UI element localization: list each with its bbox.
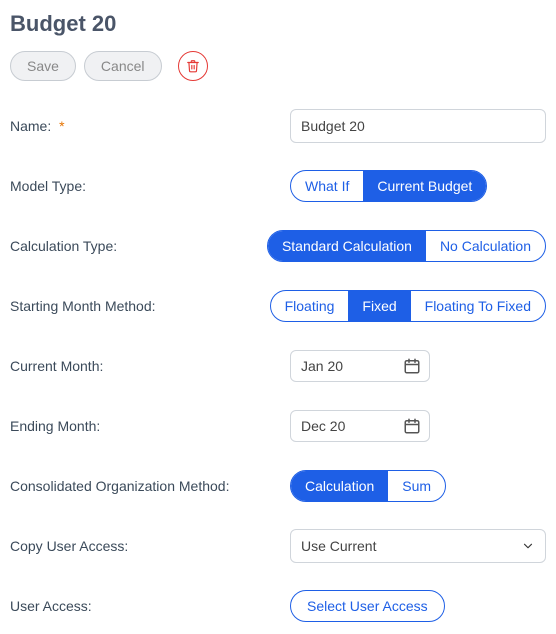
- current-month-value: Jan 20: [301, 358, 343, 374]
- seg-consolidated-sum[interactable]: Sum: [388, 471, 445, 501]
- row-start-month-method: Starting Month Method: Floating Fixed Fl…: [10, 289, 546, 323]
- current-month-picker[interactable]: Jan 20: [290, 350, 430, 382]
- row-consolidated-method: Consolidated Organization Method: Calcul…: [10, 469, 546, 503]
- page-title: Budget 20: [10, 11, 546, 37]
- chevron-down-icon: [521, 539, 535, 553]
- calendar-icon: [403, 357, 421, 375]
- seg-start-floating-fixed[interactable]: Floating To Fixed: [411, 291, 545, 321]
- row-name: Name: *: [10, 109, 546, 143]
- trash-icon: [186, 59, 200, 73]
- cancel-button[interactable]: Cancel: [84, 51, 162, 81]
- row-user-access: User Access: Select User Access: [10, 589, 546, 623]
- row-copy-user-access: Copy User Access: Use Current: [10, 529, 546, 563]
- label-start-month-method: Starting Month Method:: [10, 298, 270, 314]
- ending-month-picker[interactable]: Dec 20: [290, 410, 430, 442]
- required-indicator: *: [59, 118, 64, 134]
- label-name: Name: *: [10, 118, 290, 134]
- ending-month-value: Dec 20: [301, 418, 345, 434]
- label-name-text: Name:: [10, 118, 51, 134]
- seg-start-floating[interactable]: Floating: [271, 291, 349, 321]
- label-current-month: Current Month:: [10, 358, 290, 374]
- delete-button[interactable]: [178, 51, 208, 81]
- seg-start-month-method: Floating Fixed Floating To Fixed: [270, 290, 546, 322]
- copy-user-access-select[interactable]: Use Current: [290, 529, 546, 563]
- name-input[interactable]: [290, 109, 546, 143]
- seg-calc-type-none[interactable]: No Calculation: [426, 231, 545, 261]
- row-ending-month: Ending Month: Dec 20: [10, 409, 546, 443]
- seg-model-type-whatif[interactable]: What If: [291, 171, 363, 201]
- seg-calc-type: Standard Calculation No Calculation: [267, 230, 546, 262]
- label-ending-month: Ending Month:: [10, 418, 290, 434]
- row-current-month: Current Month: Jan 20: [10, 349, 546, 383]
- label-model-type: Model Type:: [10, 178, 290, 194]
- seg-consolidated-method: Calculation Sum: [290, 470, 446, 502]
- label-user-access: User Access:: [10, 598, 290, 614]
- row-model-type: Model Type: What If Current Budget: [10, 169, 546, 203]
- seg-consolidated-calc[interactable]: Calculation: [291, 471, 388, 501]
- seg-model-type-current-budget[interactable]: Current Budget: [363, 171, 486, 201]
- label-copy-user-access: Copy User Access:: [10, 538, 290, 554]
- row-calc-type: Calculation Type: Standard Calculation N…: [10, 229, 546, 263]
- calendar-icon: [403, 417, 421, 435]
- toolbar: Save Cancel: [10, 51, 546, 81]
- seg-calc-type-standard[interactable]: Standard Calculation: [268, 231, 426, 261]
- copy-user-access-value: Use Current: [301, 538, 376, 554]
- seg-model-type: What If Current Budget: [290, 170, 487, 202]
- select-user-access-button[interactable]: Select User Access: [290, 590, 445, 622]
- save-button[interactable]: Save: [10, 51, 76, 81]
- seg-start-fixed[interactable]: Fixed: [348, 291, 410, 321]
- label-calc-type: Calculation Type:: [10, 238, 267, 254]
- label-consolidated-method: Consolidated Organization Method:: [10, 478, 290, 494]
